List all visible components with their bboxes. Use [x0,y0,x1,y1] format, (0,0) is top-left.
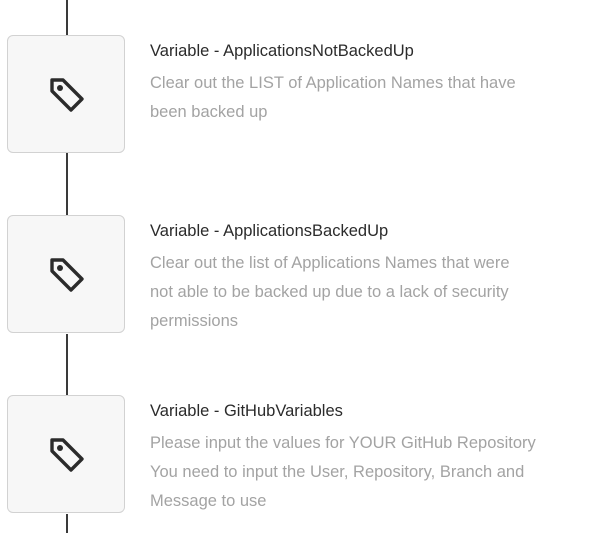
step-description-line: Clear out the LIST of Application Names … [150,74,516,92]
step-title[interactable]: Variable - ApplicationsBackedUp [150,219,603,243]
step-text: Variable - GitHubVariables Please input … [150,399,603,516]
step-description: Clear out the LIST of Application Names … [150,69,603,127]
workflow-step[interactable]: Variable - GitHubVariables Please input … [7,395,603,515]
workflow-step[interactable]: Variable - ApplicationsNotBackedUp Clear… [7,35,603,155]
step-icon-box[interactable] [7,35,125,153]
step-description-line: Clear out the list of Applications Names… [150,254,510,272]
tag-icon [50,78,84,112]
step-text: Variable - ApplicationsBackedUp Clear ou… [150,219,603,336]
step-description-line: Message to use [150,492,267,510]
step-icon-box[interactable] [7,395,125,513]
step-description: Please input the values for YOUR GitHub … [150,429,603,516]
step-description-line: not able to be backed up due to a lack o… [150,283,509,301]
step-description-line: Please input the values for YOUR GitHub … [150,434,536,452]
step-icon-box[interactable] [7,215,125,333]
step-title[interactable]: Variable - ApplicationsNotBackedUp [150,39,603,63]
tag-icon [50,438,84,472]
step-text: Variable - ApplicationsNotBackedUp Clear… [150,39,603,127]
workflow-steps: Variable - ApplicationsNotBackedUp Clear… [0,0,603,533]
connector-line [66,334,68,395]
connector-line [66,0,68,36]
step-description-line: permissions [150,312,239,330]
step-description: Clear out the list of Applications Names… [150,249,603,336]
connector-line [66,514,68,533]
step-description-line: been backed up [150,103,268,121]
step-description-line: You need to input the User, Repository, … [150,463,525,481]
tag-icon [50,258,84,292]
connector-line [66,153,68,215]
workflow-step[interactable]: Variable - ApplicationsBackedUp Clear ou… [7,215,603,335]
step-title[interactable]: Variable - GitHubVariables [150,399,603,423]
